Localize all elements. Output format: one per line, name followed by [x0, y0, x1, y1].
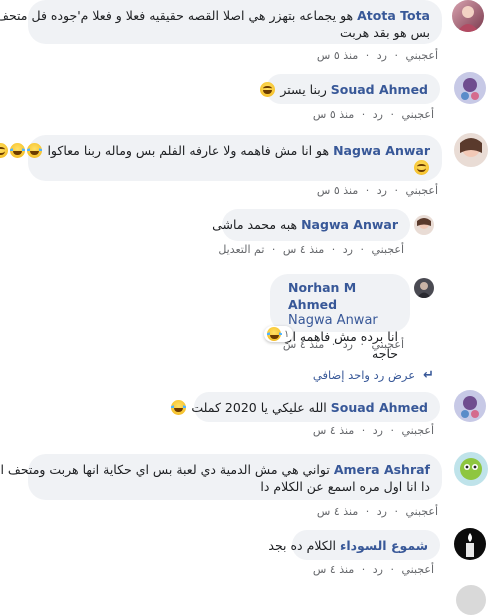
comment-text: ربنا يستر: [280, 82, 327, 97]
reply-link[interactable]: رد: [377, 184, 387, 197]
comment-text-line-1: تواني هي مش الدمية دي لعبة بس اي حكاية ا…: [0, 462, 330, 477]
comment-author[interactable]: Nagwa Anwar: [333, 143, 430, 158]
laughing-tears-emoji-icon: [10, 143, 26, 158]
comment-actions: أعجبني · رد · منذ ٥ س: [316, 184, 438, 197]
profile-photo-icon: [417, 218, 431, 229]
comment-bubble: Nagwa Anwar هبه محمد ماشى: [212, 209, 410, 241]
comment-bubble: شموع السوداء الكلام ده بجد: [268, 530, 440, 560]
timestamp[interactable]: منذ ٥ س: [313, 108, 354, 121]
avatar[interactable]: [454, 72, 486, 104]
comment-text-line-2: دا انا اول مره اسمع عن الكلام دا: [260, 479, 430, 494]
reply-link[interactable]: رد: [373, 424, 383, 437]
avatar[interactable]: [454, 390, 486, 422]
comment-author[interactable]: Atota Tota: [357, 8, 430, 23]
laughing-tears-emoji-icon: [267, 327, 282, 341]
timestamp[interactable]: منذ ٤ س: [283, 338, 324, 351]
smiling-face-emoji-icon: [414, 160, 429, 175]
comment-bubble: Atota Tota هو يجماعه بتهزر هي اصلا القصه…: [0, 0, 442, 44]
like-link[interactable]: أعجبني: [371, 338, 404, 351]
avatar[interactable]: [452, 0, 484, 32]
comment-actions: أعجبني · رد · منذ ٥ س: [316, 49, 438, 62]
comment-bubble: Souad Ahmed الله عليكي يا 2020 كملت: [171, 392, 440, 422]
comment-bubble: Amera Ashraf تواني هي مش الدمية دي لعبة …: [0, 454, 442, 500]
comment-text-line-2: بس هو بقد هربت: [340, 25, 430, 40]
timestamp[interactable]: منذ ٤ س: [283, 243, 324, 256]
like-link[interactable]: أعجبني: [405, 49, 438, 62]
timestamp[interactable]: منذ ٤ س: [313, 424, 354, 437]
timestamp[interactable]: منذ ٤ س: [313, 563, 354, 576]
comment-author[interactable]: Norhan M Ahmed: [288, 280, 356, 312]
comment-bubble: Norhan M Ahmed Nagwa Anwar انا برده مش ف…: [270, 274, 410, 361]
reply-link[interactable]: رد: [377, 49, 387, 62]
smiling-face-emoji-icon: [0, 143, 9, 158]
avatar[interactable]: [454, 452, 488, 486]
comment-actions: أعجبني · رد · منذ ٤ س: [312, 563, 434, 576]
avatar[interactable]: [454, 133, 488, 167]
profile-photo-icon: [460, 458, 482, 480]
comment-author[interactable]: Souad Ahmed: [331, 400, 428, 415]
laughing-tears-emoji-icon: [27, 143, 43, 158]
mention-link[interactable]: Nagwa Anwar: [282, 313, 398, 328]
reply-arrow-icon: ↵: [423, 368, 434, 383]
comment-actions: أعجبني · رد · منذ ٤ س: [282, 338, 404, 351]
timestamp[interactable]: منذ ٥ س: [317, 184, 358, 197]
view-more-replies-link[interactable]: ↵عرض رد واحد إضافي: [313, 368, 434, 383]
comment-text: هو انا مش فاهمه ولا عارفه الفلم بس وماله…: [47, 143, 330, 158]
like-link[interactable]: أعجبني: [401, 424, 434, 437]
comment-text: هبه محمد ماشى: [212, 217, 298, 232]
like-link[interactable]: أعجبني: [401, 563, 434, 576]
edited-label: تم التعديل: [218, 243, 265, 256]
like-link[interactable]: أعجبني: [371, 243, 404, 256]
reply-link[interactable]: رد: [377, 505, 387, 518]
comment-text: الكلام ده بجد: [268, 538, 336, 553]
like-link[interactable]: أعجبني: [401, 108, 434, 121]
comment-author[interactable]: شموع السوداء: [340, 538, 428, 553]
reply-link[interactable]: رد: [343, 243, 353, 256]
like-link[interactable]: أعجبني: [405, 505, 438, 518]
laughing-tears-emoji-icon: [171, 400, 187, 415]
reply-link[interactable]: رد: [373, 108, 383, 121]
comment-actions: أعجبني · رد · منذ ٤ س · تم التعديل: [218, 243, 404, 256]
profile-photo-icon: [417, 282, 431, 298]
comment-bubble: Souad Ahmed ربنا يستر: [260, 74, 440, 104]
comment-actions: أعجبني · رد · منذ ٥ س: [312, 108, 434, 121]
avatar[interactable]: [456, 585, 486, 615]
comment-actions: أعجبني · رد · منذ ٤ س: [316, 505, 438, 518]
timestamp[interactable]: منذ ٤ س: [317, 505, 358, 518]
comment-text-line-1: هو يجماعه بتهزر هي اصلا القصه حقيقيه فعل…: [0, 8, 354, 23]
comment-bubble: Nagwa Anwar هو انا مش فاهمه ولا عارفه ال…: [0, 135, 442, 181]
grin-emoji-icon: [260, 82, 276, 97]
reply-link[interactable]: رد: [343, 338, 353, 351]
comment-author[interactable]: Souad Ahmed: [331, 82, 428, 97]
like-link[interactable]: أعجبني: [405, 184, 438, 197]
avatar[interactable]: [414, 215, 434, 235]
profile-photo-icon: [461, 396, 479, 418]
avatar[interactable]: [414, 278, 434, 298]
comment-author[interactable]: Amera Ashraf: [334, 462, 430, 477]
comment-text: الله عليكي يا 2020 كملت: [191, 400, 327, 415]
comment-author[interactable]: Nagwa Anwar: [301, 217, 398, 232]
profile-photo-icon: [461, 78, 479, 100]
avatar[interactable]: [454, 528, 486, 560]
reply-link[interactable]: رد: [373, 563, 383, 576]
profile-photo-icon: [457, 6, 479, 32]
timestamp[interactable]: منذ ٥ س: [317, 49, 358, 62]
profile-photo-icon: [460, 138, 482, 157]
comment-actions: أعجبني · رد · منذ ٤ س: [312, 424, 434, 437]
candle-photo-icon: [466, 533, 474, 557]
